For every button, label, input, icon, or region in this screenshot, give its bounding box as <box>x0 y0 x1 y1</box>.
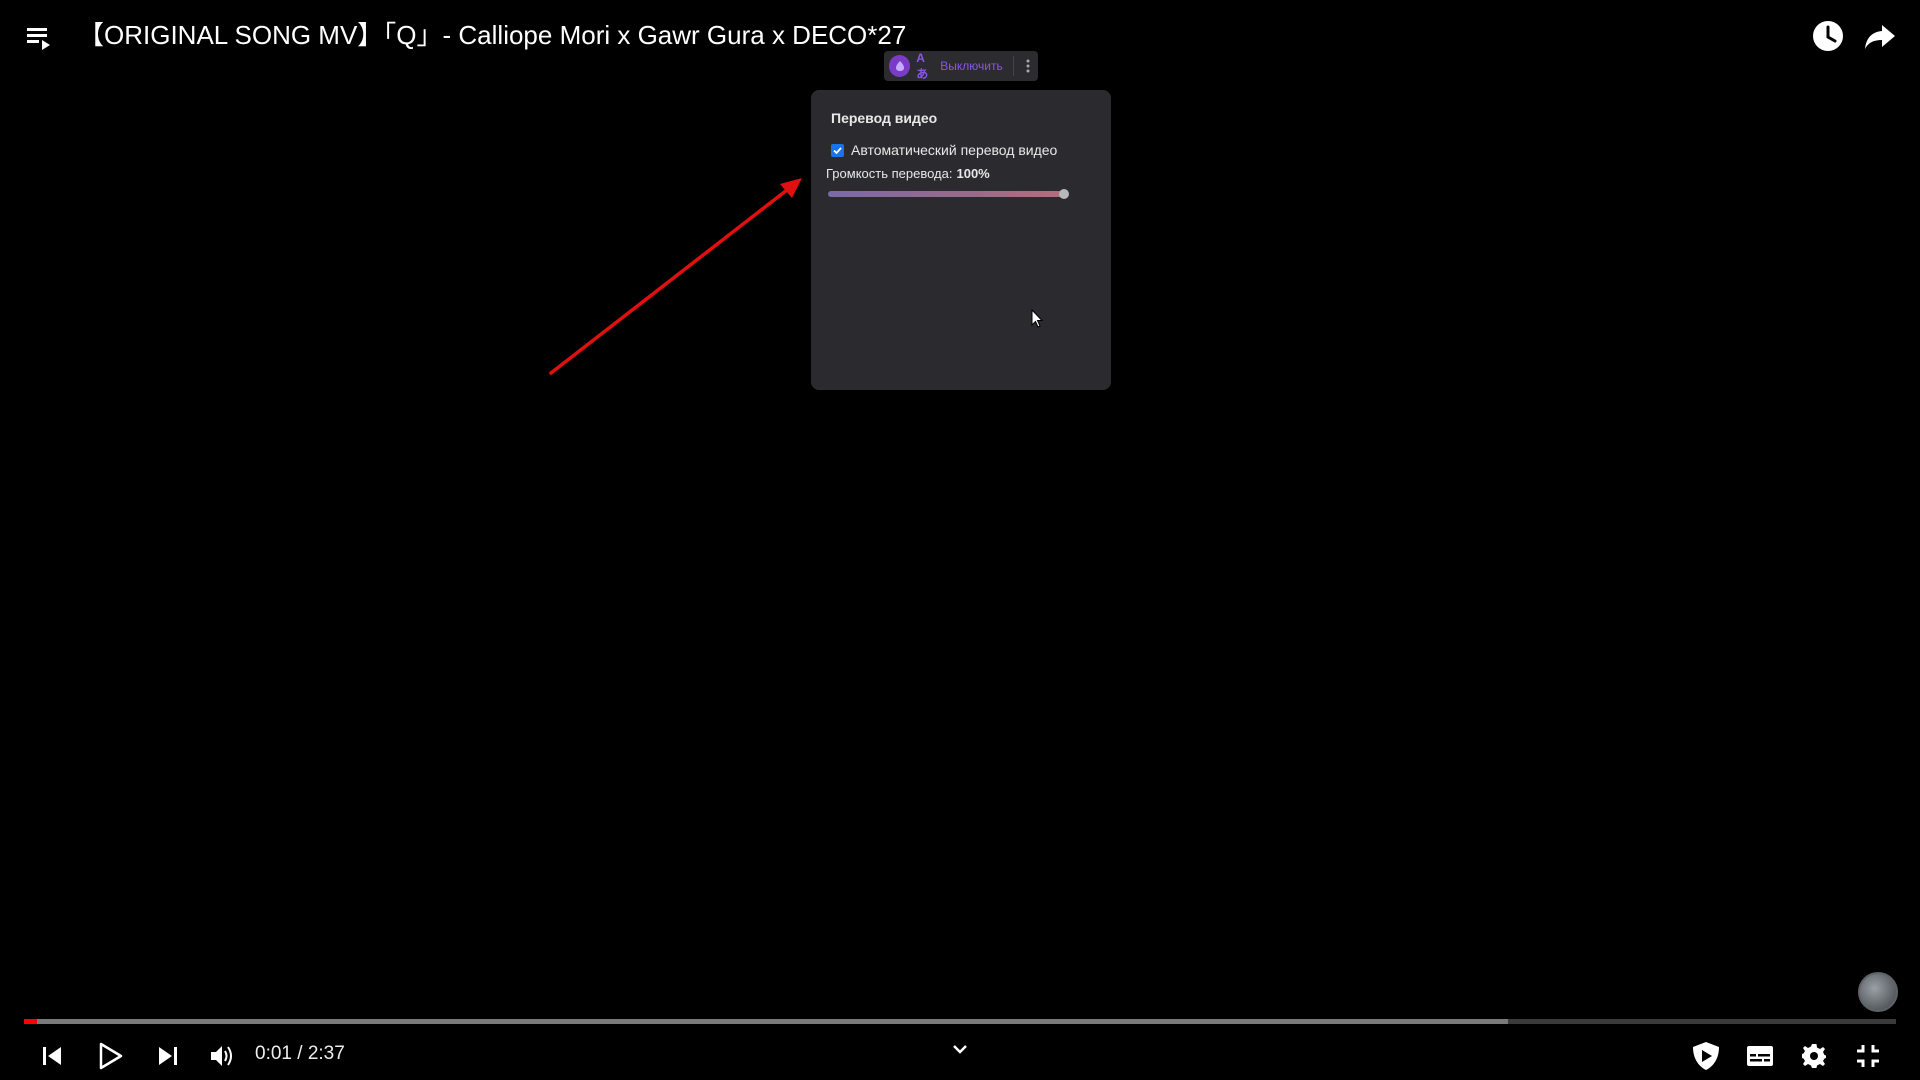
button-divider <box>1012 56 1014 76</box>
play-icon <box>99 1042 123 1070</box>
video-title[interactable]: 【ORIGINAL SONG MV】「Q」- Calliope Mori x G… <box>78 18 906 52</box>
volume-icon <box>211 1046 232 1066</box>
play-button[interactable] <box>92 1038 128 1074</box>
exit-fullscreen-icon <box>1857 1045 1879 1067</box>
translation-volume-slider[interactable] <box>828 189 1069 199</box>
auto-translate-label: Автоматический перевод видео <box>851 142 1058 158</box>
panel-title: Перевод видео <box>831 110 938 126</box>
mute-button[interactable] <box>204 1038 240 1074</box>
share-icon[interactable] <box>1862 18 1898 54</box>
chevron-down-icon[interactable] <box>948 1038 972 1062</box>
next-icon <box>159 1047 177 1065</box>
playlist-icon[interactable] <box>24 20 56 52</box>
sponsorblock-button[interactable] <box>1688 1038 1724 1074</box>
next-button[interactable] <box>150 1038 186 1074</box>
translation-volume-label: Громкость перевода: <box>826 166 953 181</box>
current-time: 0:01 <box>255 1043 292 1064</box>
channel-avatar[interactable] <box>1858 972 1898 1012</box>
time-separator: / <box>297 1043 303 1064</box>
settings-icon <box>1802 1044 1826 1068</box>
subtitles-icon <box>1747 1046 1773 1066</box>
translate-settings-panel: Перевод видео Автоматический перевод вид… <box>811 90 1111 390</box>
duration: 2:37 <box>307 1043 345 1064</box>
previous-icon <box>43 1047 61 1065</box>
sponsorblock-icon <box>1693 1042 1719 1070</box>
translation-volume-row: Громкость перевода: 100% <box>826 166 990 181</box>
yandex-alice-icon <box>889 55 911 77</box>
auto-translate-option[interactable]: Автоматический перевод видео <box>831 142 1057 158</box>
volume-slider-thumb[interactable] <box>1059 189 1069 199</box>
player-controls: 0:01 / 2:37 <box>0 1030 1920 1080</box>
time-display: 0:01 / 2:37 <box>255 1043 345 1065</box>
translation-volume-value: 100% <box>956 166 990 181</box>
exit-fullscreen-button[interactable] <box>1850 1038 1886 1074</box>
settings-button[interactable] <box>1796 1038 1832 1074</box>
subtitles-button[interactable] <box>1742 1038 1778 1074</box>
translate-toggle-button[interactable]: Aあ Выключить <box>884 51 1038 81</box>
progress-buffered <box>24 1019 1509 1024</box>
video-player[interactable]: 【ORIGINAL SONG MV】「Q」- Calliope Mori x G… <box>0 0 1920 1080</box>
progress-bar[interactable] <box>24 1019 1896 1024</box>
auto-translate-checkbox[interactable] <box>831 143 844 157</box>
more-options-icon[interactable] <box>1019 54 1038 78</box>
mouse-cursor-icon <box>1031 309 1044 328</box>
watch-later-icon[interactable] <box>1810 18 1846 54</box>
translate-language-icon: Aあ <box>916 50 929 81</box>
translate-button-label: Выключить <box>940 59 1003 73</box>
red-arrow-annotation <box>549 178 802 375</box>
previous-button[interactable] <box>34 1038 70 1074</box>
progress-played <box>24 1019 38 1024</box>
